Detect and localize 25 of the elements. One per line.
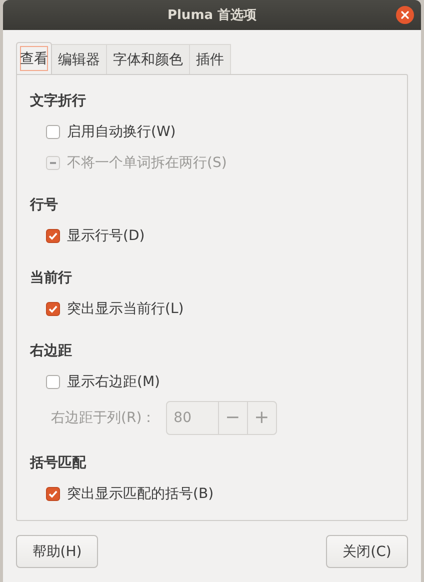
close-icon[interactable] xyxy=(396,6,414,24)
tab[interactable]: 插件 xyxy=(190,44,231,74)
checkbox[interactable] xyxy=(46,374,60,388)
spin-label: 右边距于列(R)： xyxy=(51,408,156,426)
window-title: Pluma 首选项 xyxy=(167,7,257,24)
section-heading: 右边距 xyxy=(30,342,73,361)
section-heading: 当前行 xyxy=(30,269,73,288)
tab[interactable]: 查看 xyxy=(16,42,52,74)
section-heading: 括号匹配 xyxy=(30,454,88,473)
checkbox-label: 突出显示匹配的括号(B) xyxy=(67,484,214,502)
checkbox[interactable] xyxy=(46,302,60,316)
checkbox-label: 显示行号(D) xyxy=(67,226,145,244)
checkbox[interactable] xyxy=(46,228,60,242)
checkbox-label: 显示右边距(M) xyxy=(67,372,160,390)
checkbox[interactable] xyxy=(46,486,60,500)
dialog-button[interactable]: 帮助(H) xyxy=(16,535,98,568)
dialog-button[interactable]: 关闭(C) xyxy=(326,535,408,568)
checkbox-label: 不将一个单词拆在两行(S) xyxy=(67,154,227,172)
tab[interactable]: 字体和颜色 xyxy=(107,44,190,74)
checkbox-label: 启用自动换行(W) xyxy=(67,122,176,140)
checkbox[interactable] xyxy=(46,124,60,138)
tab[interactable]: 编辑器 xyxy=(52,44,107,74)
section-heading: 行号 xyxy=(30,196,59,215)
section-heading: 文字折行 xyxy=(30,92,87,111)
checkbox-label: 突出显示当前行(L) xyxy=(67,300,184,318)
